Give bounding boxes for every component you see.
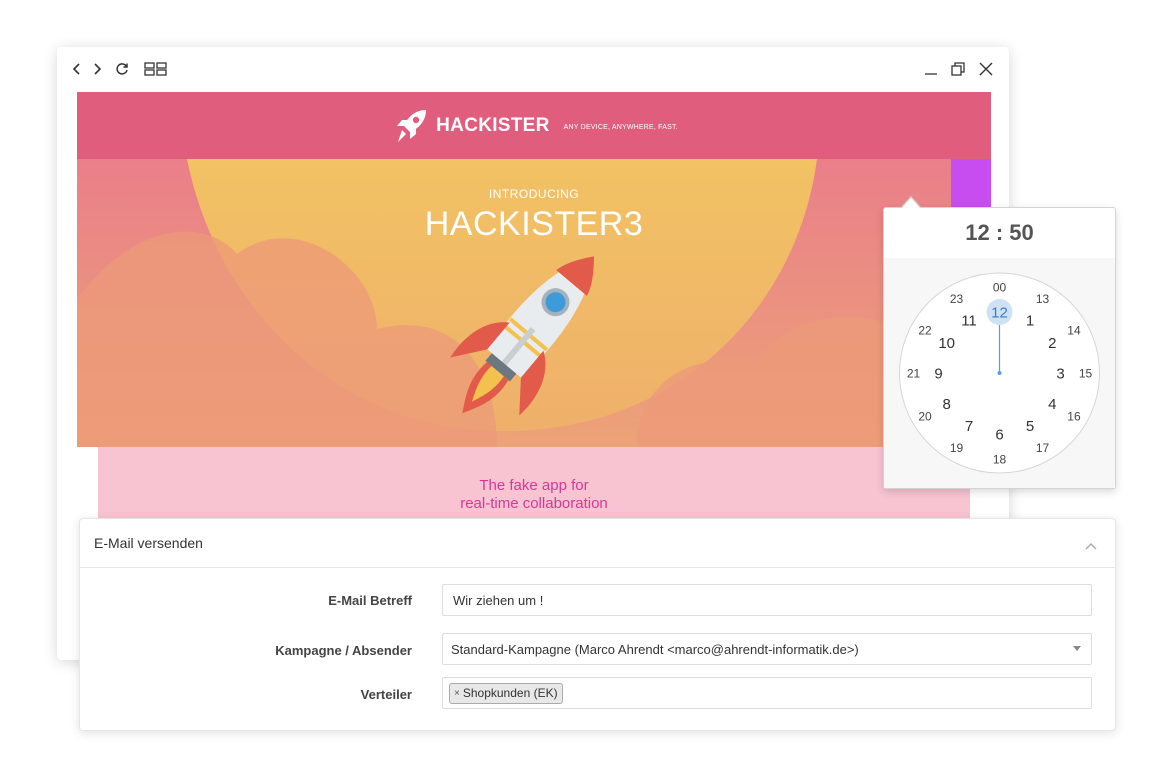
clock-hour-24-15[interactable]: 15 <box>1079 366 1093 380</box>
tabs-icon[interactable] <box>143 59 169 79</box>
clock-hour-3[interactable]: 3 <box>1056 365 1064 382</box>
picker-clock-area: 12 1 2 3 4 5 6 7 8 9 10 11 00 13 14 15 16 17 18 19 20 21 22 23 <box>884 258 1115 488</box>
caret-down-icon <box>1073 646 1081 651</box>
app-tagline: The fake app for real-time collaboration <box>98 477 970 513</box>
purple-strip <box>951 159 991 207</box>
app-tagline-line1: The fake app for <box>479 477 589 494</box>
back-icon[interactable] <box>71 59 83 79</box>
app-tagline-line2: real-time collaboration <box>460 495 608 512</box>
rocket-logo-icon <box>390 106 430 146</box>
chevron-up-icon[interactable] <box>1085 537 1097 555</box>
panel-title: E-Mail versenden <box>94 535 203 551</box>
time-picker[interactable]: 12 : 50 12 1 2 3 4 5 6 7 8 9 10 11 00 13 14 15 16 17 18 19 2… <box>883 207 1116 489</box>
restore-icon[interactable] <box>950 59 966 79</box>
clock-hour-24-14[interactable]: 14 <box>1067 323 1081 337</box>
distribution-tag-label: Shopkunden (EK) <box>462 686 558 700</box>
clock-hour-1[interactable]: 1 <box>1026 313 1034 330</box>
clock-hour-10[interactable]: 10 <box>938 335 955 352</box>
clock-hour-11[interactable]: 11 <box>961 313 977 330</box>
clock-hour-24-18[interactable]: 18 <box>993 452 1007 466</box>
distribution-tag-input[interactable]: × Shopkunden (EK) <box>442 677 1092 709</box>
clock-hour-24-20[interactable]: 20 <box>918 409 932 423</box>
browser-toolbar <box>57 47 1009 91</box>
campaign-select[interactable]: Standard-Kampagne (Marco Ahrendt <marco@… <box>442 633 1092 665</box>
clock-hour-24-23[interactable]: 23 <box>950 292 964 306</box>
subject-value: Wir ziehen um ! <box>453 592 544 608</box>
clock-hour-24-16[interactable]: 16 <box>1067 409 1081 423</box>
clock-hour-2[interactable]: 2 <box>1048 335 1056 352</box>
picker-time-display[interactable]: 12 : 50 <box>884 208 1115 259</box>
clock-face[interactable]: 12 1234567891011001314151617181920212223 <box>884 258 1115 488</box>
clock-hour-5[interactable]: 5 <box>1026 418 1034 435</box>
clock-center <box>997 371 1002 375</box>
brand-tagline: ANY DEVICE, ANYWHERE, FAST. <box>563 124 678 131</box>
brand-name: HACKISTER <box>436 114 550 136</box>
panel-header[interactable]: E-Mail versenden <box>80 519 1115 568</box>
tagline-band: The fake app for real-time collaboration <box>98 447 970 527</box>
email-send-panel: E-Mail versenden E-Mail Betreff Wir zieh… <box>79 518 1116 731</box>
distribution-label: Verteiler <box>360 687 412 702</box>
clock-hour-6[interactable]: 6 <box>995 426 1003 443</box>
minimize-icon[interactable] <box>923 59 939 79</box>
campaign-value: Standard-Kampagne (Marco Ahrendt <marco@… <box>451 641 859 657</box>
hero-intro: INTRODUCING <box>488 187 580 201</box>
clock-hour-24-19[interactable]: 19 <box>950 441 964 455</box>
forward-icon[interactable] <box>91 59 103 79</box>
clock-hour-24-17[interactable]: 17 <box>1036 441 1050 455</box>
hero-banner: INTRODUCING HACKISTER3 <box>77 159 991 447</box>
clock-hour-24-13[interactable]: 13 <box>1036 292 1050 306</box>
clock-hour-8[interactable]: 8 <box>943 396 951 413</box>
picker-arrow-inner <box>902 198 920 208</box>
clock-hour-24-21[interactable]: 21 <box>907 366 921 380</box>
tag-remove-icon[interactable]: × <box>454 688 460 699</box>
distribution-tag: × Shopkunden (EK) <box>449 682 563 704</box>
close-icon[interactable] <box>977 59 995 79</box>
subject-label: E-Mail Betreff <box>328 593 412 608</box>
clock-hour-9[interactable]: 9 <box>934 365 942 382</box>
campaign-label: Kampagne / Absender <box>275 643 412 658</box>
clock-hour-24-00[interactable]: 00 <box>993 280 1007 294</box>
clock-hour-12[interactable]: 12 <box>991 304 1008 321</box>
hero-title: HACKISTER3 <box>424 205 644 243</box>
clock-hour-24-22[interactable]: 22 <box>918 323 932 337</box>
clock-hour-7[interactable]: 7 <box>965 418 973 435</box>
hero-illustration <box>77 159 991 447</box>
reload-icon[interactable] <box>114 59 130 79</box>
clock-hour-4[interactable]: 4 <box>1048 396 1056 413</box>
email-header: HACKISTER ANY DEVICE, ANYWHERE, FAST. <box>77 92 991 159</box>
subject-input[interactable]: Wir ziehen um ! <box>442 584 1092 616</box>
